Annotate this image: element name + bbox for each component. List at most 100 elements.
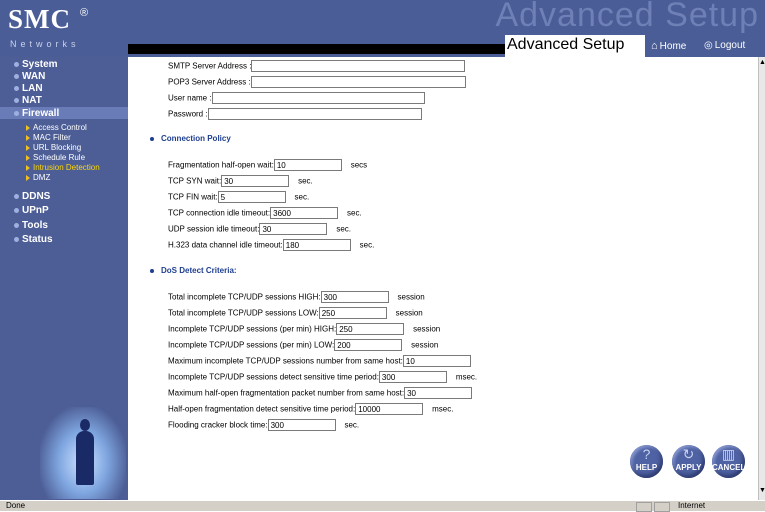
field-unit: sec.: [294, 192, 310, 202]
sidebar-item-system[interactable]: System: [14, 59, 58, 70]
pop3-label: POP3 Server Address :: [168, 77, 251, 87]
h323-idle-input[interactable]: 180: [282, 239, 351, 251]
field-unit: session: [413, 324, 441, 334]
password-label: Password :: [168, 109, 208, 119]
dos-permin-low-input[interactable]: 200: [334, 339, 403, 351]
arrow-icon: [26, 164, 30, 171]
bullet-icon: [14, 207, 19, 213]
subnav-access-control[interactable]: Access Control: [26, 123, 87, 132]
subnav-label: Schedule Rule: [33, 153, 86, 162]
dos-total-low-input[interactable]: 250: [318, 307, 387, 319]
registered-mark: ®: [80, 7, 89, 19]
status-zone: Internet: [678, 501, 706, 510]
field-label: TCP connection idle timeout:: [168, 208, 271, 218]
field-label: H.323 data channel idle timeout:: [168, 240, 283, 250]
dos-frag-max-input[interactable]: 30: [404, 387, 473, 399]
dos-detect-period-input[interactable]: 300: [378, 371, 447, 383]
bullet-icon: [14, 73, 19, 79]
dos-total-low-row: Total incomplete TCP/UDP sessions LOW: 25…: [168, 307, 423, 319]
logout-link[interactable]: ◎ Logout: [704, 40, 745, 51]
pop3-row: POP3 Server Address :: [168, 76, 466, 88]
sidebar-item-status[interactable]: Status: [14, 234, 53, 245]
field-unit: sec.: [336, 224, 352, 234]
sidebar-item-nat[interactable]: NAT: [14, 95, 42, 106]
arrow-icon: [26, 154, 30, 161]
field-unit: sec.: [359, 240, 375, 250]
home-label: Home: [659, 41, 687, 52]
sidebar-item-lan[interactable]: LAN: [14, 83, 43, 94]
subnav-schedule-rule[interactable]: Schedule Rule: [26, 153, 85, 162]
dos-flood-block-row: Flooding cracker block time: 300 sec.: [168, 419, 359, 431]
question-icon: ?: [642, 446, 651, 462]
home-link[interactable]: ⌂ Home: [651, 40, 686, 52]
help-button[interactable]: ? HELP: [630, 445, 663, 478]
section-title: DoS Detect Criteria:: [161, 266, 237, 275]
tcp-syn-input[interactable]: 30: [221, 175, 290, 187]
sidebar-item-wan[interactable]: WAN: [14, 71, 45, 82]
field-label: TCP SYN wait:: [168, 176, 222, 186]
sidebar-item-ddns[interactable]: DDNS: [14, 191, 50, 202]
subnav-url-blocking[interactable]: URL Blocking: [26, 143, 81, 152]
pop3-server-input[interactable]: [250, 76, 466, 88]
sidebar-item-firewall[interactable]: Firewall: [14, 108, 59, 119]
header-banner: SMC ® Networks Advanced Setup Advanced S…: [0, 0, 765, 57]
field-label: Total incomplete TCP/UDP sessions LOW:: [168, 308, 319, 318]
password-row: Password :: [168, 108, 422, 120]
frag-halfopen-input[interactable]: 10: [273, 159, 342, 171]
dos-max-host-input[interactable]: 10: [402, 355, 471, 367]
tcp-idle-row: TCP connection idle timeout: 3600 sec.: [168, 207, 362, 219]
main-content: SMTP Server Address : POP3 Server Addres…: [128, 57, 758, 500]
sidebar-item-label: Firewall: [22, 108, 60, 119]
tcp-idle-input[interactable]: 3600: [270, 207, 339, 219]
vertical-scrollbar[interactable]: ▲ ▼: [758, 57, 765, 500]
apply-button[interactable]: ↻ APPLY: [672, 445, 705, 478]
person-head-shape: [80, 419, 90, 431]
udp-idle-row: UDP session idle timeout: 30 sec.: [168, 223, 351, 235]
browser-status-bar: Done Internet: [0, 500, 765, 512]
dos-frag-max-row: Maximum half-open fragmentation packet n…: [168, 387, 473, 399]
subnav-label: DMZ: [33, 173, 51, 182]
dos-total-high-input[interactable]: 300: [320, 291, 389, 303]
bullet-icon: [14, 85, 19, 91]
dos-permin-high-input[interactable]: 250: [336, 323, 405, 335]
arrow-icon: [26, 174, 30, 181]
field-label: Flooding cracker block time:: [168, 420, 268, 430]
sidebar-item-upnp[interactable]: UPnP: [14, 205, 49, 216]
subnav-label: Intrusion Detection: [33, 163, 100, 172]
field-label: Incomplete TCP/UDP sessions (per min) LO…: [168, 340, 335, 350]
password-input[interactable]: [207, 108, 422, 120]
status-text: Done: [6, 501, 26, 510]
tcp-fin-input[interactable]: 5: [217, 191, 286, 203]
person-silhouette: [76, 431, 94, 485]
subnav-mac-filter[interactable]: MAC Filter: [26, 133, 71, 142]
udp-idle-input[interactable]: 30: [259, 223, 328, 235]
dos-flood-block-input[interactable]: 300: [267, 419, 336, 431]
field-unit: msec.: [432, 404, 454, 414]
scroll-down-arrow-icon[interactable]: ▼: [759, 487, 765, 495]
brand-subtitle: Networks: [10, 39, 80, 49]
cancel-button-label: CANCEL: [712, 463, 746, 472]
dos-frag-period-input[interactable]: 10000: [355, 403, 424, 415]
arrow-icon: [26, 134, 30, 141]
smtp-server-input[interactable]: [251, 60, 466, 72]
field-label: Incomplete TCP/UDP sessions (per min) HI…: [168, 324, 337, 334]
dos-permin-high-row: Incomplete TCP/UDP sessions (per min) HI…: [168, 323, 440, 335]
page-title-box: Advanced Setup: [505, 35, 645, 57]
help-button-label: HELP: [635, 463, 658, 472]
scroll-up-arrow-icon[interactable]: ▲: [759, 59, 765, 67]
username-input[interactable]: [211, 92, 425, 104]
subnav-label: Access Control: [33, 123, 87, 132]
brand-name: SMC: [8, 4, 71, 34]
cancel-button[interactable]: ▥ CANCEL: [712, 445, 745, 478]
sidebar-item-tools[interactable]: Tools: [14, 220, 48, 231]
subnav-label: URL Blocking: [33, 143, 82, 152]
field-label: Maximum incomplete TCP/UDP sessions numb…: [168, 356, 403, 366]
subnav-intrusion-detection[interactable]: Intrusion Detection: [26, 163, 100, 172]
dos-detect-period-row: Incomplete TCP/UDP sessions detect sensi…: [168, 371, 477, 383]
arrow-icon: [26, 124, 30, 131]
logout-label: Logout: [714, 40, 746, 51]
sidebar-item-label: Tools: [22, 220, 48, 231]
bullet-icon: [14, 61, 19, 67]
dos-max-host-row: Maximum incomplete TCP/UDP sessions numb…: [168, 355, 471, 367]
subnav-dmz[interactable]: DMZ: [26, 173, 50, 182]
